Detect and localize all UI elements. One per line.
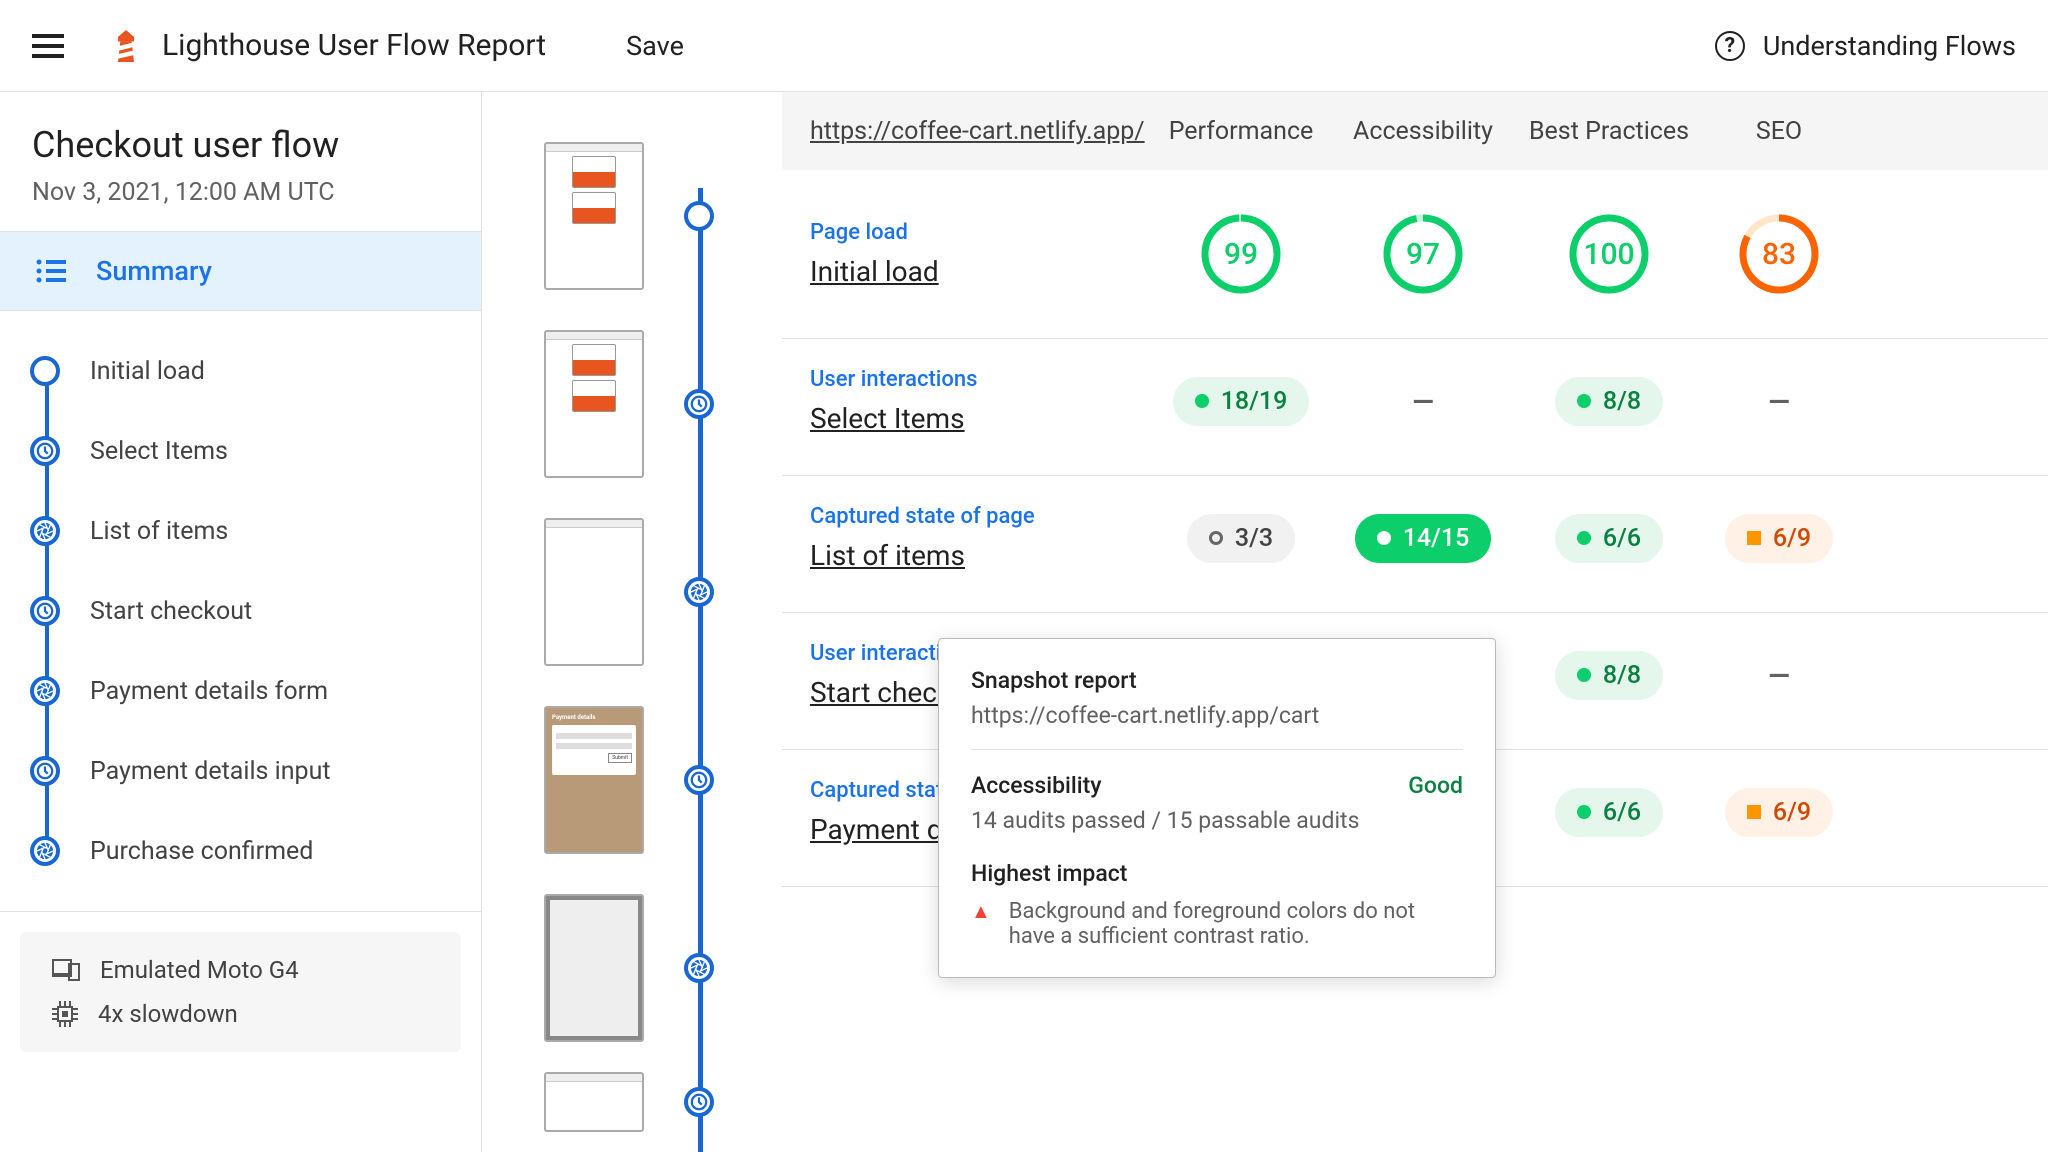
score-pill[interactable]: 18/19 bbox=[1173, 377, 1310, 426]
score-dash: — bbox=[1768, 385, 1789, 418]
score-pill[interactable]: 8/8 bbox=[1555, 377, 1663, 426]
step-thumbnail[interactable] bbox=[544, 1072, 644, 1132]
cpu-icon bbox=[52, 1001, 78, 1027]
step-type: Captured state of page bbox=[810, 504, 1150, 529]
emulated-device: Emulated Moto G4 bbox=[52, 956, 429, 984]
menu-icon[interactable] bbox=[32, 34, 64, 58]
step-thumbnail[interactable] bbox=[544, 330, 644, 478]
nav-step-2[interactable]: List of items bbox=[30, 491, 451, 571]
col-best-practices: Best Practices bbox=[1514, 117, 1704, 146]
save-button[interactable]: Save bbox=[626, 30, 684, 62]
tooltip-audits: 14 audits passed / 15 passable audits bbox=[971, 807, 1463, 834]
nav-marker bbox=[30, 596, 60, 626]
flow-title: Checkout user flow bbox=[32, 124, 449, 166]
score-pill[interactable]: 3/3 bbox=[1187, 514, 1295, 563]
timeline-marker bbox=[684, 577, 714, 607]
page-title: Lighthouse User Flow Report bbox=[162, 28, 546, 63]
nav-steps: Initial load Select Items List of items Sta… bbox=[0, 311, 481, 911]
tooltip-impact-title: Highest impact bbox=[971, 860, 1463, 887]
devices-icon bbox=[52, 959, 80, 981]
nav-step-0[interactable]: Initial load bbox=[30, 331, 451, 411]
tooltip-impact: ▲ Background and foreground colors do no… bbox=[971, 899, 1463, 949]
score-gauge[interactable]: 99 bbox=[1201, 214, 1281, 294]
step-name-link[interactable]: Initial load bbox=[810, 255, 1150, 288]
step-name-link[interactable]: List of items bbox=[810, 539, 1150, 572]
tooltip-rating: Good bbox=[1408, 772, 1463, 799]
step-thumbnail[interactable] bbox=[544, 894, 644, 1042]
step-type: Page load bbox=[810, 220, 1150, 245]
score-gauge[interactable]: 83 bbox=[1739, 214, 1819, 294]
timeline-marker bbox=[684, 1087, 714, 1117]
nav-marker bbox=[30, 836, 60, 866]
nav-step-4[interactable]: Payment details form bbox=[30, 651, 451, 731]
nav-step-label: Payment details input bbox=[90, 757, 331, 786]
tooltip-url: https://coffee-cart.netlify.app/cart bbox=[971, 702, 1463, 750]
timeline-marker bbox=[684, 201, 714, 231]
results-url[interactable]: https://coffee-cart.netlify.app/ bbox=[810, 117, 1150, 146]
nav-step-1[interactable]: Select Items bbox=[30, 411, 451, 491]
nav-marker bbox=[30, 516, 60, 546]
timeline-marker bbox=[684, 765, 714, 795]
flow-date: Nov 3, 2021, 12:00 AM UTC bbox=[32, 178, 449, 207]
help-label: Understanding Flows bbox=[1763, 30, 2016, 62]
step-name-link[interactable]: Select Items bbox=[810, 402, 1150, 435]
nav-step-label: List of items bbox=[90, 517, 228, 546]
app-header: Lighthouse User Flow Report Save ? Under… bbox=[0, 0, 2048, 92]
sidebar: Checkout user flow Nov 3, 2021, 12:00 AM… bbox=[0, 92, 482, 1152]
result-row: User interactions Select Items 18/19 — 8/8 — bbox=[782, 339, 2048, 476]
nav-step-3[interactable]: Start checkout bbox=[30, 571, 451, 651]
tooltip-impact-text: Background and foreground colors do not … bbox=[1009, 899, 1463, 949]
timeline-marker bbox=[684, 389, 714, 419]
main: Payment detailsSubmit https://coffee-car… bbox=[482, 92, 2048, 1152]
nav-step-label: Purchase confirmed bbox=[90, 837, 313, 866]
help-icon: ? bbox=[1715, 31, 1745, 61]
col-accessibility: Accessibility bbox=[1332, 117, 1514, 146]
nav-step-label: Payment details form bbox=[90, 677, 328, 706]
timeline: Payment detailsSubmit bbox=[482, 92, 782, 1152]
lighthouse-logo bbox=[112, 30, 140, 62]
score-pill[interactable]: 14/15 bbox=[1355, 514, 1492, 563]
col-seo: SEO bbox=[1704, 117, 1854, 146]
score-pill[interactable]: 8/8 bbox=[1555, 651, 1663, 700]
results-header: https://coffee-cart.netlify.app/ Perform… bbox=[782, 92, 2048, 170]
step-thumbnail[interactable]: Payment detailsSubmit bbox=[544, 706, 644, 854]
nav-step-label: Start checkout bbox=[90, 597, 252, 626]
result-row: Captured state of page List of items 3/3 14… bbox=[782, 476, 2048, 613]
understanding-flows-link[interactable]: ? Understanding Flows bbox=[1715, 30, 2016, 62]
score-dash: — bbox=[1768, 659, 1789, 692]
step-thumbnail[interactable] bbox=[544, 142, 644, 290]
tooltip-category: Accessibility bbox=[971, 772, 1102, 799]
nav-step-label: Select Items bbox=[90, 437, 228, 466]
score-pill[interactable]: 6/6 bbox=[1555, 788, 1663, 837]
device-info: Emulated Moto G4 4x slowdown bbox=[20, 932, 461, 1052]
step-type: User interactions bbox=[810, 367, 1150, 392]
summary-label: Summary bbox=[96, 255, 212, 287]
col-performance: Performance bbox=[1150, 117, 1332, 146]
cpu-slowdown: 4x slowdown bbox=[52, 1000, 429, 1028]
nav-marker bbox=[30, 436, 60, 466]
warning-triangle-icon: ▲ bbox=[971, 899, 991, 949]
nav-marker bbox=[30, 356, 60, 386]
results: https://coffee-cart.netlify.app/ Perform… bbox=[782, 92, 2048, 1152]
score-dash: — bbox=[1412, 385, 1433, 418]
nav-step-5[interactable]: Payment details input bbox=[30, 731, 451, 811]
tooltip: Snapshot report https://coffee-cart.netl… bbox=[938, 638, 1496, 978]
nav-marker bbox=[30, 756, 60, 786]
summary-icon bbox=[36, 259, 66, 283]
nav-step-label: Initial load bbox=[90, 357, 205, 386]
score-pill[interactable]: 6/6 bbox=[1555, 514, 1663, 563]
nav-step-6[interactable]: Purchase confirmed bbox=[30, 811, 451, 891]
score-pill[interactable]: 6/9 bbox=[1725, 514, 1833, 563]
score-gauge[interactable]: 100 bbox=[1569, 214, 1649, 294]
result-row: Page load Initial load 99 97 100 83 bbox=[782, 170, 2048, 339]
summary-nav-item[interactable]: Summary bbox=[0, 231, 481, 311]
score-pill[interactable]: 6/9 bbox=[1725, 788, 1833, 837]
step-thumbnail[interactable] bbox=[544, 518, 644, 666]
nav-marker bbox=[30, 676, 60, 706]
tooltip-title: Snapshot report bbox=[971, 667, 1463, 694]
timeline-marker bbox=[684, 953, 714, 983]
score-gauge[interactable]: 97 bbox=[1383, 214, 1463, 294]
